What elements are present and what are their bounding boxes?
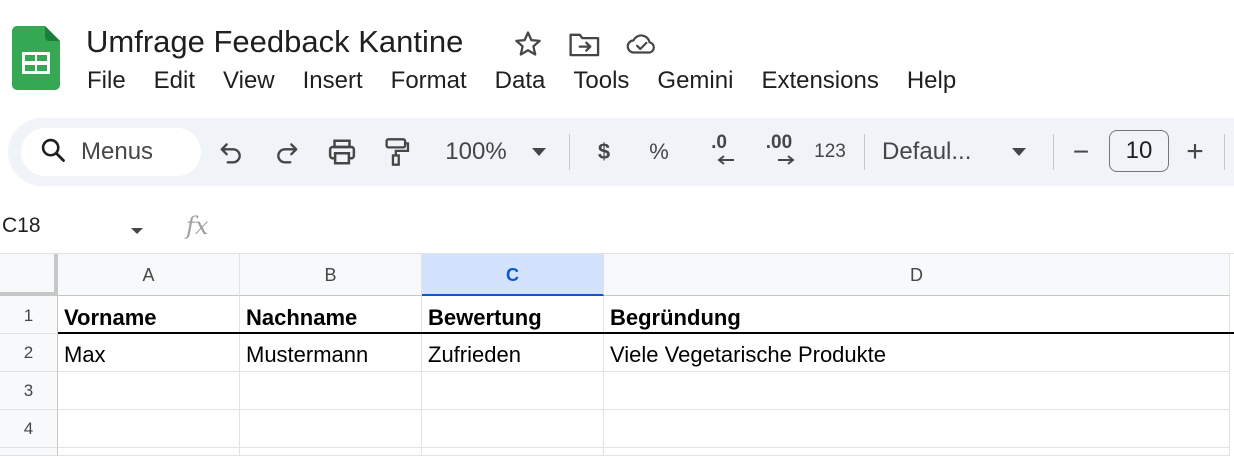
plus-label: + xyxy=(1186,135,1204,168)
cell-b3[interactable] xyxy=(240,372,422,410)
currency-label: $ xyxy=(597,139,611,164)
toolbar-area: Menus 100% $ % .0 .00 123 Defaul... − 10… xyxy=(0,118,1234,204)
increase-decimal-button[interactable]: .00 xyxy=(756,132,802,172)
cell-d5[interactable] xyxy=(604,448,1230,456)
row-header-5[interactable] xyxy=(0,448,58,456)
name-box-dropdown-icon[interactable] xyxy=(130,222,144,240)
cell-c4[interactable] xyxy=(422,410,604,448)
menus-search-box[interactable]: Menus xyxy=(21,128,201,176)
menu-bar: File Edit View Insert Format Data Tools … xyxy=(73,63,970,99)
cell-c2[interactable]: Zufrieden xyxy=(422,334,604,372)
menu-format[interactable]: Format xyxy=(377,63,481,99)
cell-c5[interactable] xyxy=(422,448,604,456)
row-header-4[interactable]: 4 xyxy=(0,410,58,448)
cell-a4[interactable] xyxy=(58,410,240,448)
zoom-dropdown-icon[interactable] xyxy=(526,132,552,172)
sheets-logo-icon[interactable] xyxy=(12,26,60,90)
cloud-saved-icon[interactable] xyxy=(625,27,659,61)
cell-b2[interactable]: Mustermann xyxy=(240,334,422,372)
font-dropdown-icon[interactable] xyxy=(1006,132,1032,172)
print-icon[interactable] xyxy=(324,132,360,172)
font-select[interactable]: Defaul... xyxy=(882,132,992,172)
menu-tools[interactable]: Tools xyxy=(559,63,643,99)
cell-b1[interactable]: Nachname xyxy=(240,296,422,334)
cell-d3[interactable] xyxy=(604,372,1230,410)
more-formats-button[interactable]: 123 xyxy=(810,132,850,172)
zoom-value: 100% xyxy=(445,138,507,165)
row-header-2[interactable]: 2 xyxy=(0,334,58,372)
fx-icon: fx xyxy=(186,212,209,240)
decrease-decimal-label: .0 xyxy=(711,132,727,153)
percent-label: % xyxy=(649,139,669,164)
menu-view[interactable]: View xyxy=(209,63,289,99)
menu-edit[interactable]: Edit xyxy=(140,63,209,99)
cell-d1[interactable]: Begründung xyxy=(604,296,1230,334)
more-formats-label: 123 xyxy=(814,141,846,162)
cell-a5[interactable] xyxy=(58,448,240,456)
column-header-c[interactable]: C xyxy=(422,254,604,296)
move-to-folder-icon[interactable] xyxy=(568,27,602,61)
menu-help[interactable]: Help xyxy=(893,63,970,99)
row-header-1[interactable]: 1 xyxy=(0,296,58,334)
cell-b4[interactable] xyxy=(240,410,422,448)
formula-bar: C18 fx xyxy=(0,204,1234,254)
undo-icon[interactable] xyxy=(214,132,248,172)
menu-gemini[interactable]: Gemini xyxy=(643,63,747,99)
toolbar-divider xyxy=(864,134,865,170)
column-header-a[interactable]: A xyxy=(58,254,240,296)
menu-data[interactable]: Data xyxy=(481,63,560,99)
cell-d4[interactable] xyxy=(604,410,1230,448)
zoom-select[interactable]: 100% xyxy=(438,132,514,172)
paint-format-icon[interactable] xyxy=(380,132,414,172)
minus-label: − xyxy=(1072,136,1090,167)
cell-d2[interactable]: Viele Vegetarische Produkte xyxy=(604,334,1230,372)
document-title[interactable]: Umfrage Feedback Kantine xyxy=(86,22,463,62)
column-header-b[interactable]: B xyxy=(240,254,422,296)
header-row-bottom-border xyxy=(58,332,1234,334)
formula-input[interactable] xyxy=(230,212,1220,246)
font-value: Defaul... xyxy=(882,138,972,165)
decrease-decimal-button[interactable]: .0 xyxy=(698,132,740,172)
search-icon xyxy=(39,136,67,169)
name-box[interactable]: C18 xyxy=(2,214,41,238)
menu-file[interactable]: File xyxy=(73,63,140,99)
decrease-font-size-button[interactable]: − xyxy=(1066,132,1096,172)
menus-search-label: Menus xyxy=(81,138,154,165)
toolbar-divider xyxy=(1224,134,1225,170)
menu-insert[interactable]: Insert xyxy=(289,63,377,99)
cell-a3[interactable] xyxy=(58,372,240,410)
percent-format-button[interactable]: % xyxy=(644,132,674,172)
toolbar-divider xyxy=(569,134,570,170)
increase-decimal-label: .00 xyxy=(765,132,793,153)
redo-icon[interactable] xyxy=(270,132,304,172)
font-size-input[interactable]: 10 xyxy=(1109,130,1169,172)
column-header-d[interactable]: D xyxy=(604,254,1230,296)
arrow-right-icon xyxy=(777,152,795,170)
increase-font-size-button[interactable]: + xyxy=(1180,132,1210,172)
cell-a1[interactable]: Vorname xyxy=(58,296,240,334)
cell-c1[interactable]: Bewertung xyxy=(422,296,604,334)
cell-c3[interactable] xyxy=(422,372,604,410)
row-header-3[interactable]: 3 xyxy=(0,372,58,410)
star-icon[interactable] xyxy=(511,27,545,61)
spreadsheet-grid: A B C D 1 2 3 4 Vorname Nachname Bewertu… xyxy=(0,254,1234,456)
menu-extensions[interactable]: Extensions xyxy=(747,63,892,99)
select-all-corner[interactable] xyxy=(0,254,58,296)
toolbar-divider xyxy=(1053,134,1054,170)
arrow-left-icon xyxy=(717,152,735,170)
cell-b5[interactable] xyxy=(240,448,422,456)
currency-format-button[interactable]: $ xyxy=(590,132,618,172)
toolbar: Menus 100% $ % .0 .00 123 Defaul... − 10… xyxy=(8,118,1234,186)
title-bar: Umfrage Feedback Kantine File Edit View … xyxy=(0,0,1234,118)
cell-a2[interactable]: Max xyxy=(58,334,240,372)
